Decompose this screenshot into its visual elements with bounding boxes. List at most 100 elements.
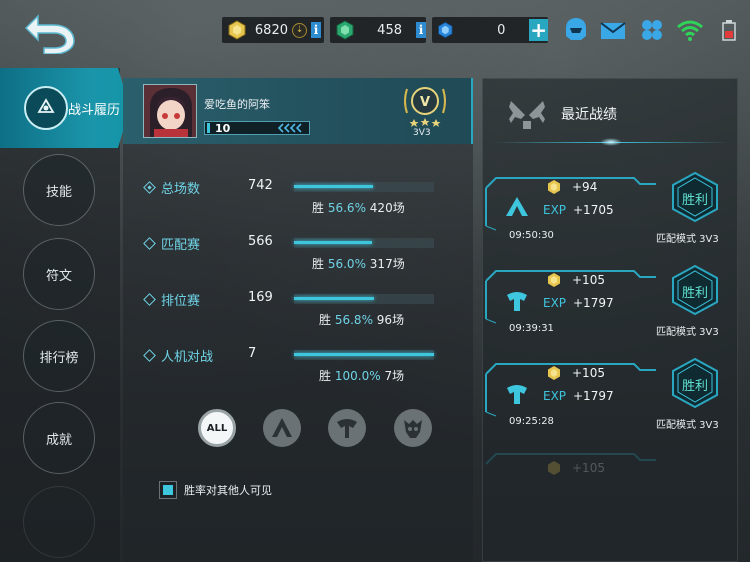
match-time: 09:39:31: [509, 323, 554, 334]
tab-leaderboard-label: 排行榜: [39, 350, 79, 366]
gold-info-button[interactable]: i: [311, 22, 321, 38]
faction-b-icon: [507, 385, 527, 404]
gem-amount: 458: [377, 22, 402, 38]
crystal-amount: 0: [497, 22, 506, 38]
clover-icon[interactable]: [638, 16, 666, 44]
battle-record-icon: [24, 86, 68, 130]
match-mode: 匹配模式 3V3: [656, 327, 719, 338]
win-rate-fill: [294, 185, 374, 188]
stat-total: 742: [248, 178, 273, 193]
match-coins: +105: [572, 273, 605, 287]
faction-b-filter-icon[interactable]: [328, 409, 366, 447]
tab-battle-record-label: 战斗履历: [68, 103, 121, 118]
gold-coin-icon: [548, 461, 560, 475]
recent-matches-title: 最近战绩: [561, 107, 617, 123]
win-count: 7场: [384, 369, 405, 383]
match-record[interactable]: +105 EXP +1797 09:25:28 匹配模式 3V3 胜利: [484, 357, 736, 442]
gold-info-coin-icon: ⇣: [292, 22, 307, 38]
gem-currency: 458 i: [330, 17, 426, 43]
tab-battle-record[interactable]: 战斗履历: [0, 68, 130, 148]
tab-achievements[interactable]: 成就: [23, 402, 95, 474]
match-card-frame: [485, 453, 656, 465]
crossed-guns-icon: [509, 101, 545, 129]
battery-icon: [722, 20, 736, 41]
win-count: 420场: [369, 201, 405, 215]
gold-currency: 6820 ⇣ i: [222, 17, 324, 43]
tab-more-faded[interactable]: [23, 486, 95, 558]
rank-badge-icon[interactable]: V: [401, 81, 449, 127]
gold-coin-icon: [548, 366, 560, 380]
filter-all-label: ALL: [206, 422, 228, 434]
tab-runes-label: 符文: [45, 268, 72, 284]
helmet-icon[interactable]: [562, 16, 590, 44]
tab-runes[interactable]: 符文: [23, 238, 95, 310]
win-prefix: 胜: [312, 257, 325, 271]
win-rate: 100.0%: [334, 369, 381, 383]
faction-c-filter-icon[interactable]: [394, 409, 432, 447]
gold-coin-icon: [548, 273, 560, 287]
visibility-toggle[interactable]: 胜率对其他人可见: [159, 481, 272, 499]
avatar[interactable]: [143, 84, 197, 138]
match-time: 09:25:28: [509, 416, 554, 427]
match-mode: 匹配模式 3V3: [656, 420, 719, 431]
back-arrow-icon[interactable]: [22, 10, 76, 54]
tab-skills[interactable]: 技能: [23, 154, 95, 226]
stat-win-summary: 胜 56.8% 96场: [319, 311, 404, 328]
filter-all-button[interactable]: ALL: [198, 409, 236, 447]
top-bar: 6820 ⇣ i 458 i 0 +: [0, 0, 750, 62]
stat-total: 169: [248, 290, 273, 305]
exp-label: EXP: [543, 203, 567, 217]
visibility-checkbox[interactable]: [159, 481, 177, 499]
win-rate: 56.6%: [327, 201, 366, 215]
chevrons-icon: [277, 123, 302, 133]
match-mode: 匹配模式 3V3: [656, 234, 719, 245]
add-crystal-button[interactable]: +: [529, 18, 548, 42]
tab-skills-label: 技能: [45, 184, 72, 200]
stat-row-ranked: 排位赛 169 胜 56.8% 96场: [143, 290, 445, 340]
green-gem-icon: [336, 20, 354, 40]
match-result: 胜利: [681, 286, 708, 301]
diamond-icon: [143, 293, 156, 306]
stat-total: 566: [248, 234, 273, 249]
win-prefix: 胜: [319, 313, 332, 327]
win-count: 317场: [369, 257, 405, 271]
win-rate-fill: [294, 353, 434, 356]
stat-win-summary: 胜 100.0% 7场: [319, 367, 404, 384]
wifi-icon: [677, 20, 703, 41]
rank-mode-label: 3V3: [413, 128, 431, 138]
win-rate-fill: [294, 241, 373, 244]
win-rate-bar: [294, 182, 434, 192]
tab-achievements-label: 成就: [45, 432, 72, 448]
win-rate-bar: [294, 350, 434, 360]
stat-row-match: 匹配赛 566 胜 56.0% 317场: [143, 234, 445, 284]
exp-label: EXP: [543, 296, 567, 310]
tab-leaderboard[interactable]: 排行榜: [23, 320, 95, 392]
mail-icon[interactable]: [599, 16, 627, 44]
match-time: 09:50:30: [509, 230, 554, 241]
match-record[interactable]: +105 EXP +1797 09:39:31 匹配模式 3V3 胜利: [484, 264, 736, 349]
divider-glow: [600, 138, 622, 146]
win-rate-fill: [294, 297, 374, 300]
stat-row-total: 总场数 742 胜 56.6% 420场: [143, 178, 445, 228]
player-level: 10: [215, 121, 231, 135]
selected-diamond-icon: [143, 181, 156, 194]
stat-win-summary: 胜 56.0% 317场: [312, 255, 405, 272]
stat-row-ai: 人机对战 7 胜 100.0% 7场: [143, 346, 445, 396]
faction-a-filter-icon[interactable]: [263, 409, 301, 447]
diamond-icon: [143, 349, 156, 362]
stat-win-summary: 胜 56.6% 420场: [312, 199, 405, 216]
match-record[interactable]: +94 EXP +1705 09:50:30 匹配模式 3V3 胜利: [484, 171, 736, 256]
win-rate-bar: [294, 294, 434, 304]
gem-info-button[interactable]: i: [416, 22, 426, 38]
stat-total: 7: [248, 346, 257, 361]
match-exp: +1705: [573, 203, 614, 217]
player-profile: 爱吃鱼的阿笨 10 V 3V3: [123, 78, 473, 144]
left-sidebar: 战斗履历 技能 符文 排行榜 成就: [0, 68, 130, 562]
win-prefix: 胜: [312, 201, 325, 215]
match-coins: +105: [572, 461, 605, 475]
win-prefix: 胜: [319, 369, 332, 383]
win-count: 96场: [376, 313, 405, 327]
player-name: 爱吃鱼的阿笨: [204, 98, 270, 111]
match-record-faded[interactable]: +105: [484, 450, 736, 480]
win-rate-bar: [294, 238, 434, 248]
